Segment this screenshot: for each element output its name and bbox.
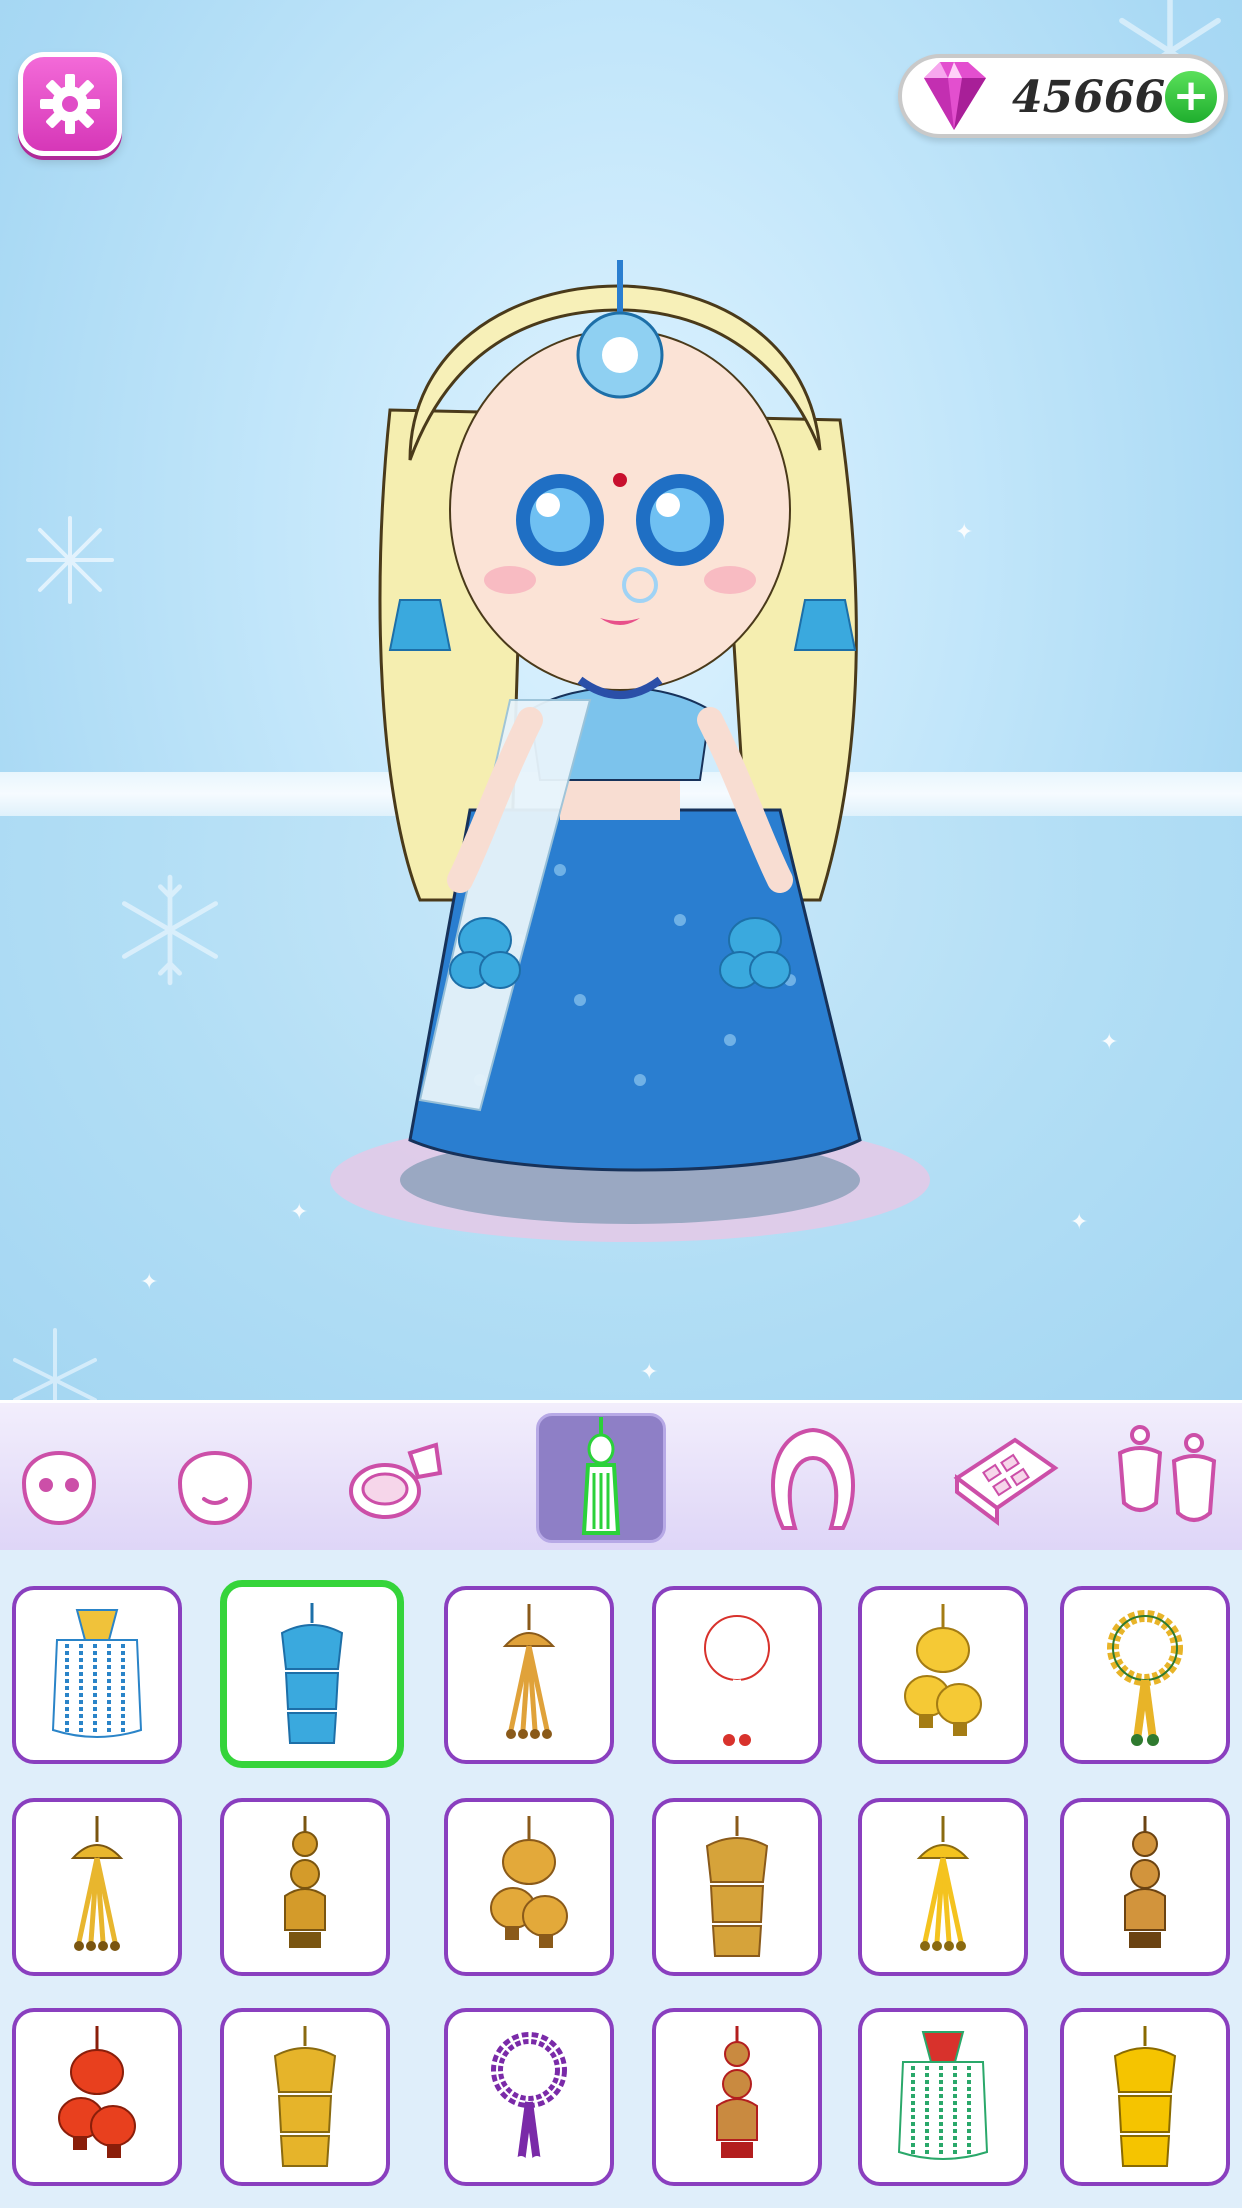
- hair-icon: [771, 1427, 855, 1530]
- item-tile[interactable]: [858, 2008, 1028, 2186]
- gear-icon: [40, 74, 100, 134]
- beaded-tassel-icon: [51, 1609, 143, 1738]
- earrings-icon: [1117, 1425, 1217, 1522]
- category-hair[interactable]: [748, 1413, 878, 1543]
- makeup-compact-brush-icon: [349, 1442, 443, 1519]
- item-tile[interactable]: [444, 2008, 614, 2186]
- snowflake-icon: [122, 874, 218, 986]
- sparkle-icon: ✦: [1070, 1210, 1089, 1235]
- item-tile[interactable]: [858, 1798, 1028, 1976]
- item-tile[interactable]: [444, 1586, 614, 1764]
- plus-icon: +: [1172, 70, 1210, 121]
- item-tile[interactable]: [1060, 2008, 1230, 2186]
- sparkle-icon: ✦: [1100, 1030, 1119, 1055]
- settings-button[interactable]: [18, 52, 122, 156]
- category-face-base[interactable]: [0, 1413, 124, 1543]
- face-base-icon: [21, 1451, 97, 1526]
- red-bell-tassel-icon: [58, 2026, 136, 2158]
- doll-character: [330, 260, 930, 1242]
- item-tile-selected[interactable]: [220, 1580, 404, 1768]
- flower-garland-tassel-icon: [699, 1610, 775, 1746]
- gold-tiered-tassel-icon: [904, 1604, 982, 1736]
- gold-jhumka-tassel-icon: [273, 2026, 337, 2167]
- bronze-bell-tassel-icon: [1124, 1816, 1166, 1948]
- item-tile[interactable]: [652, 1586, 822, 1764]
- red-gold-jhumka-tassel-icon: [716, 2026, 758, 2158]
- eyeshadow-palette-icon: [953, 1437, 1059, 1526]
- gold-bell-tassel-icon: [502, 1604, 556, 1739]
- category-makeup[interactable]: [330, 1413, 460, 1543]
- item-grid: [0, 1550, 1242, 2208]
- gem-currency-bar: 45666 +: [898, 54, 1228, 138]
- tassel-icon: [581, 1417, 621, 1535]
- item-tile[interactable]: [12, 2008, 182, 2186]
- add-gems-button[interactable]: +: [1162, 68, 1220, 126]
- category-bar: [0, 1400, 1242, 1553]
- snowflake-icon: [13, 1328, 97, 1400]
- item-tile[interactable]: [220, 1798, 390, 1976]
- smiling-face-icon: [177, 1451, 253, 1526]
- red-beaded-tassel-icon: [897, 2031, 989, 2160]
- gold-dome-tassel-icon: [490, 1816, 568, 1948]
- item-tile[interactable]: [652, 1798, 822, 1976]
- sparkle-icon: ✦: [640, 1360, 659, 1385]
- gem-count: 45666: [1012, 72, 1166, 123]
- category-face-shape[interactable]: [150, 1413, 280, 1543]
- gold-string-tassel-icon: [70, 1816, 124, 1951]
- item-tile[interactable]: [444, 1798, 614, 1976]
- item-tile[interactable]: [220, 2008, 390, 2186]
- marigold-garland-tassel-icon: [1107, 1610, 1183, 1746]
- blue-bell-tassel-icon: [280, 1603, 344, 1744]
- item-tile[interactable]: [1060, 1586, 1230, 1764]
- purple-flower-garland-tassel-icon: [491, 2032, 567, 2168]
- sparkle-icon: ✦: [140, 1270, 159, 1295]
- gold-chandelier-tassel-icon: [284, 1816, 326, 1948]
- item-tile[interactable]: [858, 1586, 1028, 1764]
- category-earrings[interactable]: [1100, 1413, 1230, 1543]
- category-eyeshadow-palette[interactable]: [940, 1413, 1070, 1543]
- diamond-gem-icon: [924, 62, 986, 130]
- category-latkan-tassel[interactable]: [536, 1413, 666, 1543]
- yellow-bell-tassel-icon: [1113, 2026, 1177, 2167]
- item-tile[interactable]: [1060, 1798, 1230, 1976]
- gold-ball-tassel-icon: [916, 1816, 970, 1951]
- item-tile[interactable]: [12, 1586, 182, 1764]
- item-tile[interactable]: [652, 2008, 822, 2186]
- item-tile[interactable]: [12, 1798, 182, 1976]
- snowflake-icon: [26, 516, 114, 604]
- gold-cluster-tassel-icon: [705, 1816, 769, 1957]
